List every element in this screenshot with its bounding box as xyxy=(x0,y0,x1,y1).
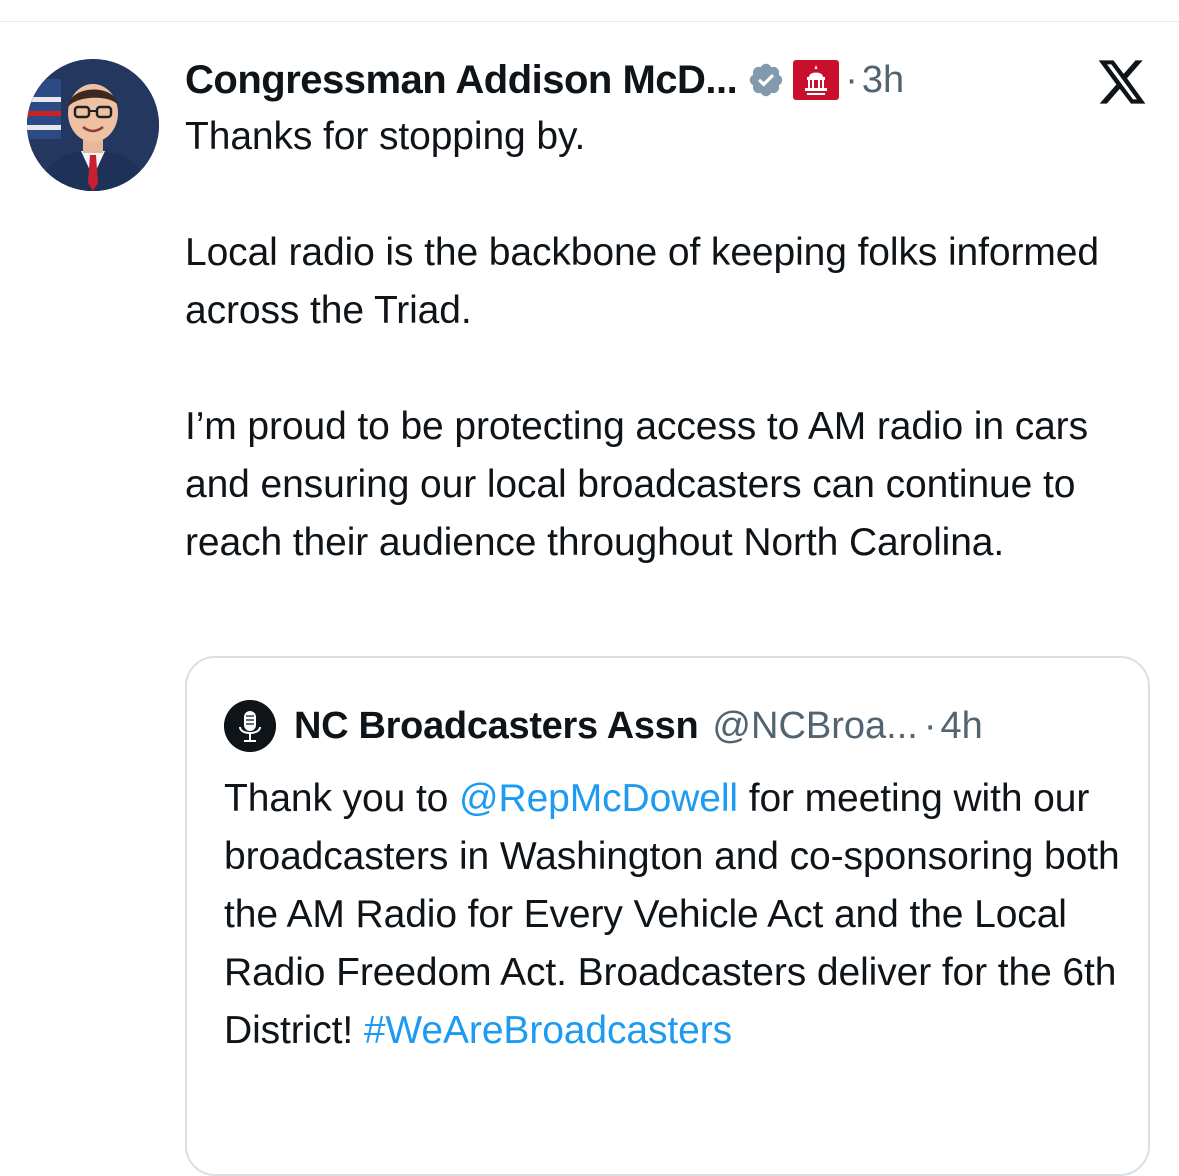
quoted-tweet-card[interactable]: NC Broadcasters Assn @NCBroa... · 4h Tha… xyxy=(185,656,1150,1176)
profile-photo xyxy=(27,59,159,191)
separator-dot: · xyxy=(923,704,937,747)
house-gop-capitol-icon[interactable] xyxy=(793,60,840,100)
quoted-author-handle[interactable]: @NCBroa... xyxy=(712,705,917,748)
quoted-text-part: Thank you to xyxy=(224,777,460,820)
quoted-tweet-timestamp[interactable]: 4h xyxy=(940,705,982,748)
top-divider xyxy=(0,21,1179,22)
tweet-paragraph: Thanks for stopping by. xyxy=(185,115,586,158)
tweet-timestamp[interactable]: 3h xyxy=(862,59,904,102)
author-avatar[interactable] xyxy=(27,59,159,191)
tweet-paragraph: Local radio is the backbone of keeping f… xyxy=(185,231,1099,332)
tweet-paragraph: I’m proud to be protecting access to AM … xyxy=(185,405,1088,564)
author-display-name[interactable]: Congressman Addison McD... xyxy=(185,58,738,103)
microphone-icon[interactable] xyxy=(224,700,276,752)
hashtag-link[interactable]: #WeAreBroadcasters xyxy=(364,1009,732,1052)
verified-badge-icon[interactable] xyxy=(747,61,785,99)
separator-dot: · xyxy=(845,58,858,101)
mention-link[interactable]: @RepMcDowell xyxy=(459,777,738,820)
tweet-header: Congressman Addison McD... · 3h xyxy=(185,52,904,108)
tweet-body: Thanks for stopping by. Local radio is t… xyxy=(185,108,1160,572)
quoted-author-display-name[interactable]: NC Broadcasters Assn xyxy=(294,705,699,748)
x-logo-icon[interactable] xyxy=(1096,58,1148,106)
quoted-tweet-header: NC Broadcasters Assn @NCBroa... · 4h xyxy=(224,698,983,754)
quoted-tweet-body: Thank you to @RepMcDowell for meeting wi… xyxy=(224,770,1124,1060)
